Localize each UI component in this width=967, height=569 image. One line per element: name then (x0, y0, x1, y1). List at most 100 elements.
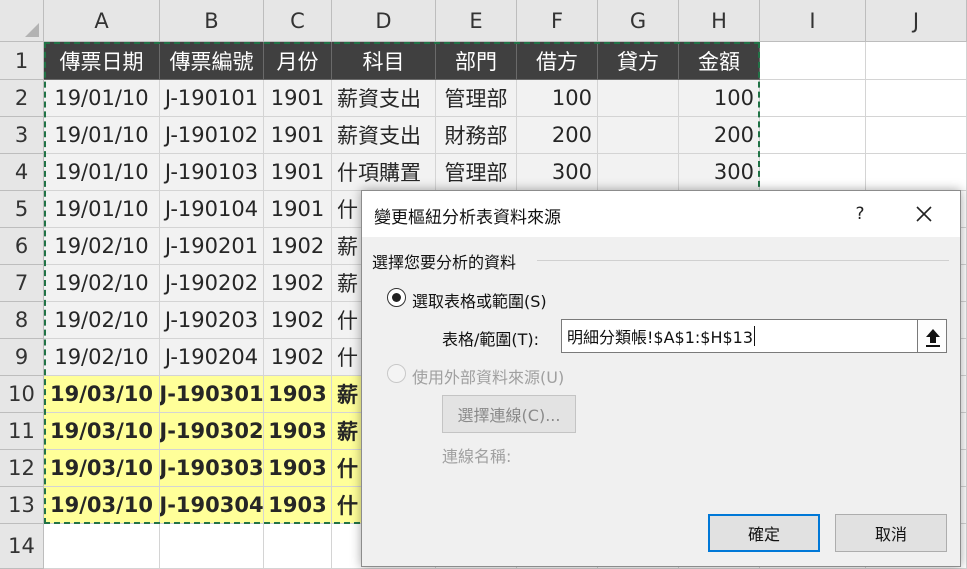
select-table-label[interactable]: 選取表格或範圍(S) (412, 288, 547, 312)
cell-a7[interactable]: 19/02/10 (44, 265, 160, 302)
header-cell-g[interactable]: 貸方 (598, 42, 679, 80)
ok-button[interactable]: 確定 (708, 514, 820, 552)
cell-g2[interactable] (598, 80, 679, 117)
cell-h4[interactable]: 300 (679, 154, 760, 191)
cell-c4[interactable]: 1901 (264, 154, 332, 191)
external-source-radio[interactable] (387, 364, 406, 383)
row-header-1[interactable]: 1 (0, 42, 44, 80)
row-header-4[interactable]: 4 (0, 154, 44, 191)
cell-c6[interactable]: 1902 (264, 228, 332, 265)
cell-j3[interactable] (866, 117, 967, 154)
cell-b10[interactable]: J-190301 (160, 376, 264, 413)
cell-a13[interactable]: 19/03/10 (44, 487, 160, 524)
cell-e3[interactable]: 財務部 (436, 117, 517, 154)
column-header-i[interactable]: I (760, 0, 866, 42)
cell-c5[interactable]: 1901 (264, 191, 332, 228)
row-header-12[interactable]: 12 (0, 450, 44, 487)
header-cell-h[interactable]: 金額 (679, 42, 760, 80)
row-header-8[interactable]: 8 (0, 302, 44, 339)
cell-b7[interactable]: J-190202 (160, 265, 264, 302)
cell-i4[interactable] (760, 154, 866, 191)
cell-c2[interactable]: 1901 (264, 80, 332, 117)
cell-a11[interactable]: 19/03/10 (44, 413, 160, 450)
external-source-label[interactable]: 使用外部資料來源(U) (412, 364, 564, 388)
cell-b14[interactable] (160, 524, 264, 569)
cell-a14[interactable] (44, 524, 160, 569)
cell-b2[interactable]: J-190101 (160, 80, 264, 117)
cell-a10[interactable]: 19/03/10 (44, 376, 160, 413)
column-header-a[interactable]: A (44, 0, 160, 42)
cell-b9[interactable]: J-190204 (160, 339, 264, 376)
row-header-7[interactable]: 7 (0, 265, 44, 302)
row-header-5[interactable]: 5 (0, 191, 44, 228)
cell-b11[interactable]: J-190302 (160, 413, 264, 450)
cell-e2[interactable]: 管理部 (436, 80, 517, 117)
cell-c3[interactable]: 1901 (264, 117, 332, 154)
header-cell-e[interactable]: 部門 (436, 42, 517, 80)
cell-b6[interactable]: J-190201 (160, 228, 264, 265)
cell-a2[interactable]: 19/01/10 (44, 80, 160, 117)
cell-c14[interactable] (264, 524, 332, 569)
cell-d4[interactable]: 什項購置 (332, 154, 436, 191)
cell-h2[interactable]: 100 (679, 80, 760, 117)
cell-c9[interactable]: 1902 (264, 339, 332, 376)
cell-j2[interactable] (866, 80, 967, 117)
column-header-f[interactable]: F (517, 0, 598, 42)
column-header-d[interactable]: D (332, 0, 436, 42)
cell-i1[interactable] (760, 42, 866, 80)
help-button[interactable]: ? (845, 199, 875, 229)
column-header-b[interactable]: B (160, 0, 264, 42)
cell-a4[interactable]: 19/01/10 (44, 154, 160, 191)
header-cell-d[interactable]: 科目 (332, 42, 436, 80)
cell-b3[interactable]: J-190102 (160, 117, 264, 154)
cell-c12[interactable]: 1903 (264, 450, 332, 487)
cell-j4[interactable] (866, 154, 967, 191)
select-all-corner[interactable] (0, 0, 44, 42)
cell-c11[interactable]: 1903 (264, 413, 332, 450)
row-header-2[interactable]: 2 (0, 80, 44, 117)
select-table-radio[interactable] (387, 288, 406, 307)
column-header-c[interactable]: C (264, 0, 332, 42)
cell-i3[interactable] (760, 117, 866, 154)
column-header-g[interactable]: G (598, 0, 679, 42)
cell-b4[interactable]: J-190103 (160, 154, 264, 191)
cell-d3[interactable]: 薪資支出 (332, 117, 436, 154)
cell-e4[interactable]: 管理部 (436, 154, 517, 191)
row-header-11[interactable]: 11 (0, 413, 44, 450)
cell-f3[interactable]: 200 (517, 117, 598, 154)
cell-c10[interactable]: 1903 (264, 376, 332, 413)
header-cell-a[interactable]: 傳票日期 (44, 42, 160, 80)
close-button[interactable] (909, 199, 939, 229)
header-cell-f[interactable]: 借方 (517, 42, 598, 80)
cell-c13[interactable]: 1903 (264, 487, 332, 524)
row-header-13[interactable]: 13 (0, 487, 44, 524)
cell-i2[interactable] (760, 80, 866, 117)
header-cell-b[interactable]: 傳票編號 (160, 42, 264, 80)
cell-a6[interactable]: 19/02/10 (44, 228, 160, 265)
cell-f2[interactable]: 100 (517, 80, 598, 117)
row-header-6[interactable]: 6 (0, 228, 44, 265)
cell-c7[interactable]: 1902 (264, 265, 332, 302)
cell-b5[interactable]: J-190104 (160, 191, 264, 228)
cancel-button[interactable]: 取消 (835, 514, 947, 552)
column-header-j[interactable]: J (866, 0, 967, 42)
range-input[interactable]: 明細分類帳!$A$1:$H$13 (561, 319, 917, 353)
choose-connection-button[interactable]: 選擇連線(C)... (442, 395, 576, 433)
cell-b12[interactable]: J-190303 (160, 450, 264, 487)
cell-a8[interactable]: 19/02/10 (44, 302, 160, 339)
row-header-14[interactable]: 14 (0, 524, 44, 569)
row-header-3[interactable]: 3 (0, 117, 44, 154)
cell-d2[interactable]: 薪資支出 (332, 80, 436, 117)
cell-a3[interactable]: 19/01/10 (44, 117, 160, 154)
collapse-dialog-button[interactable] (917, 319, 947, 353)
cell-j1[interactable] (866, 42, 967, 80)
column-header-e[interactable]: E (436, 0, 517, 42)
cell-a5[interactable]: 19/01/10 (44, 191, 160, 228)
header-cell-c[interactable]: 月份 (264, 42, 332, 80)
cell-h3[interactable]: 200 (679, 117, 760, 154)
cell-a12[interactable]: 19/03/10 (44, 450, 160, 487)
cell-c8[interactable]: 1902 (264, 302, 332, 339)
cell-g3[interactable] (598, 117, 679, 154)
cell-b8[interactable]: J-190203 (160, 302, 264, 339)
cell-f4[interactable]: 300 (517, 154, 598, 191)
